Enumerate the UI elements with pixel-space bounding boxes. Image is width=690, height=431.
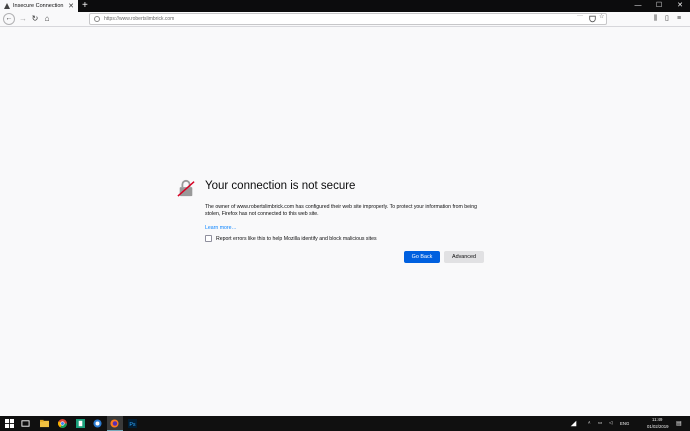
tab-insecure-connection[interactable]: Insecure Connection ✕: [0, 0, 78, 12]
library-icon[interactable]: ⫼: [654, 13, 657, 25]
windows-start-icon[interactable]: [5, 419, 14, 428]
home-button[interactable]: ⌂: [41, 13, 53, 25]
taskbar: Ps ˄ ▭ ◁ ENG 11:49 01/02/2019 ▤: [0, 416, 690, 431]
learn-more-link[interactable]: Learn more…: [205, 225, 237, 231]
photoshop-icon[interactable]: Ps: [128, 419, 137, 428]
tray-expand-icon[interactable]: ˄: [588, 420, 591, 425]
notifications-icon[interactable]: ▤: [676, 420, 682, 427]
volume-icon[interactable]: ◁: [609, 420, 612, 426]
report-errors-option[interactable]: Report errors like this to help Mozilla …: [205, 235, 377, 242]
firefox-taskbar-button[interactable]: [107, 416, 123, 431]
clock-date[interactable]: 01/02/2019: [647, 424, 669, 429]
tab-strip: Insecure Connection ✕ + — ☐ ✕: [0, 0, 690, 12]
file-explorer-icon[interactable]: [40, 419, 49, 428]
warning-icon: [4, 3, 10, 9]
url-text: https://www.robertslimbrick.com: [104, 16, 175, 22]
network-icon[interactable]: [570, 419, 577, 428]
navigation-bar: ← → ↻ ⌂ https://www.robertslimbrick.com …: [0, 12, 690, 27]
bookmark-star-icon[interactable]: ☆: [599, 13, 604, 20]
minimize-button[interactable]: —: [628, 0, 648, 12]
app-icon[interactable]: [93, 419, 102, 428]
pocket-icon[interactable]: [589, 15, 596, 23]
chrome-icon[interactable]: [58, 419, 67, 428]
url-bar[interactable]: https://www.robertslimbrick.com: [89, 13, 607, 25]
reload-button[interactable]: ↻: [29, 13, 41, 25]
new-tab-button[interactable]: +: [82, 0, 88, 12]
report-errors-label: Report errors like this to help Mozilla …: [216, 235, 377, 242]
language-indicator[interactable]: ENG: [620, 421, 629, 426]
store-icon[interactable]: [76, 419, 85, 428]
error-description: The owner of www.robertslimbrick.com has…: [205, 204, 477, 218]
sidebar-icon[interactable]: ▯: [665, 13, 669, 25]
error-page: [0, 28, 690, 416]
advanced-button[interactable]: Advanced: [444, 251, 484, 263]
more-actions-icon[interactable]: ···: [577, 13, 583, 19]
forward-button[interactable]: →: [17, 13, 29, 25]
site-info-icon[interactable]: [94, 16, 100, 22]
tab-close-icon[interactable]: ✕: [68, 2, 74, 10]
go-back-button[interactable]: Go Back: [404, 251, 440, 263]
broken-lock-icon: [177, 179, 195, 197]
clock-time[interactable]: 11:49: [652, 417, 662, 422]
menu-icon[interactable]: ≡: [677, 13, 681, 25]
error-title: Your connection is not secure: [205, 180, 356, 192]
task-view-icon[interactable]: [21, 419, 30, 428]
battery-icon[interactable]: ▭: [598, 420, 602, 426]
report-errors-checkbox[interactable]: [205, 235, 212, 242]
svg-text:Ps: Ps: [129, 422, 136, 428]
tab-title: Insecure Connection: [13, 3, 64, 9]
maximize-button[interactable]: ☐: [649, 0, 669, 12]
close-window-button[interactable]: ✕: [670, 0, 690, 12]
firefox-icon: [110, 419, 119, 428]
back-button[interactable]: ←: [3, 13, 15, 25]
